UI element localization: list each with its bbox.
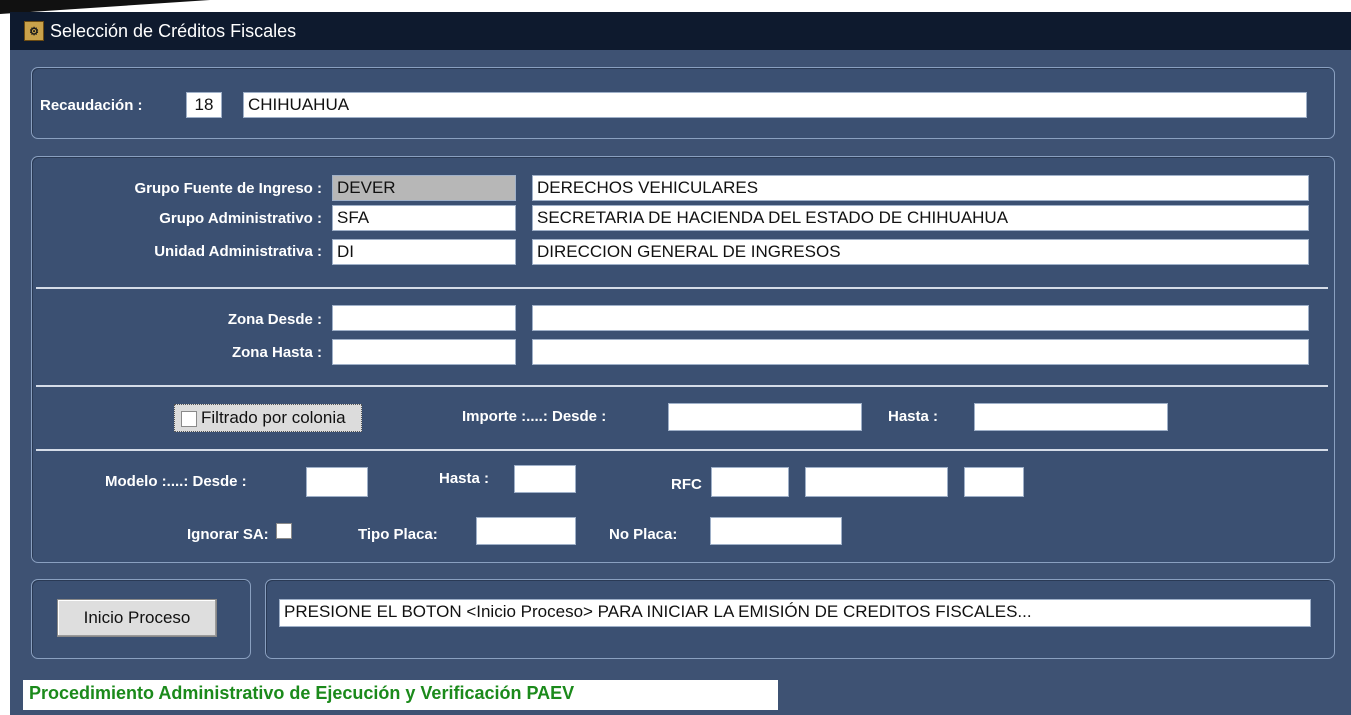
unidad-admin-code-field[interactable]: DI <box>332 239 516 265</box>
tipo-placa-label: Tipo Placa: <box>358 526 438 543</box>
zona-hasta-label: Zona Hasta : <box>231 344 322 361</box>
ignorar-sa-label: Ignorar SA: <box>187 526 269 543</box>
recaudacion-label: Recaudación : <box>40 97 143 114</box>
recaudacion-panel: Recaudación : 18 CHIHUAHUA <box>31 67 1335 139</box>
zona-hasta-code-field[interactable] <box>332 339 516 365</box>
grupo-fuente-code-field[interactable]: DEVER <box>332 175 516 201</box>
tipo-placa-field[interactable] <box>476 517 576 545</box>
unidad-admin-desc-field[interactable]: DIRECCION GENERAL DE INGRESOS <box>532 239 1309 265</box>
grupo-admin-desc-field[interactable]: SECRETARIA DE HACIENDA DEL ESTADO DE CHI… <box>532 205 1309 231</box>
message-panel: PRESIONE EL BOTON <Inicio Proceso> PARA … <box>265 579 1335 659</box>
filtrado-colonia-checkbox[interactable]: Filtrado por colonia <box>174 404 362 432</box>
unidad-admin-label: Unidad Administrativa : <box>154 243 322 260</box>
filtrado-colonia-check-icon <box>181 411 197 427</box>
zona-desde-code-field[interactable] <box>332 305 516 331</box>
modelo-desde-label: Modelo :....: Desde : <box>105 473 247 490</box>
grupo-admin-label: Grupo Administrativo : <box>159 210 322 227</box>
recaudacion-name-field[interactable]: CHIHUAHUA <box>243 92 1307 118</box>
window-title-bar[interactable]: ⚙ Selección de Créditos Fiscales <box>10 12 1351 50</box>
importe-desde-field[interactable] <box>668 403 862 431</box>
separator-2 <box>36 385 1328 387</box>
modelo-hasta-field[interactable] <box>514 465 576 493</box>
grupo-admin-code-field[interactable]: SFA <box>332 205 516 231</box>
rfc-label: RFC <box>671 476 702 493</box>
importe-desde-label: Importe :....: Desde : <box>462 408 607 425</box>
rfc-part2-field[interactable] <box>805 467 948 497</box>
rfc-part3-field[interactable] <box>964 467 1024 497</box>
inicio-proceso-button[interactable]: Inicio Proceso <box>57 599 217 637</box>
grupo-fuente-label: Grupo Fuente de Ingreso : <box>134 180 322 197</box>
window-title: Selección de Créditos Fiscales <box>50 20 297 41</box>
ignorar-sa-checkbox[interactable] <box>276 523 292 539</box>
separator-1 <box>36 287 1328 289</box>
zona-desde-desc-field[interactable] <box>532 305 1309 331</box>
process-message-field: PRESIONE EL BOTON <Inicio Proceso> PARA … <box>279 599 1311 627</box>
separator-3 <box>36 449 1328 451</box>
zona-desde-label: Zona Desde : <box>227 311 322 328</box>
rfc-part1-field[interactable] <box>711 467 789 497</box>
modelo-desde-field[interactable] <box>306 467 368 497</box>
app-icon: ⚙ <box>24 21 44 41</box>
process-button-panel: Inicio Proceso <box>31 579 251 659</box>
no-placa-field[interactable] <box>710 517 842 545</box>
grupo-fuente-desc-field[interactable]: DERECHOS VEHICULARES <box>532 175 1309 201</box>
importe-hasta-field[interactable] <box>974 403 1168 431</box>
no-placa-label: No Placa: <box>609 526 678 543</box>
filters-panel: Grupo Fuente de Ingreso : DEVER DERECHOS… <box>31 156 1335 563</box>
window-client-area: Recaudación : 18 CHIHUAHUA Grupo Fuente … <box>10 50 1351 715</box>
recaudacion-code-field[interactable]: 18 <box>186 92 222 118</box>
status-bar-text: Procedimiento Administrativo de Ejecució… <box>23 680 778 710</box>
modelo-hasta-label: Hasta : <box>439 470 490 487</box>
zona-hasta-desc-field[interactable] <box>532 339 1309 365</box>
importe-hasta-label: Hasta : <box>888 408 939 425</box>
filtrado-colonia-label: Filtrado por colonia <box>201 408 346 427</box>
